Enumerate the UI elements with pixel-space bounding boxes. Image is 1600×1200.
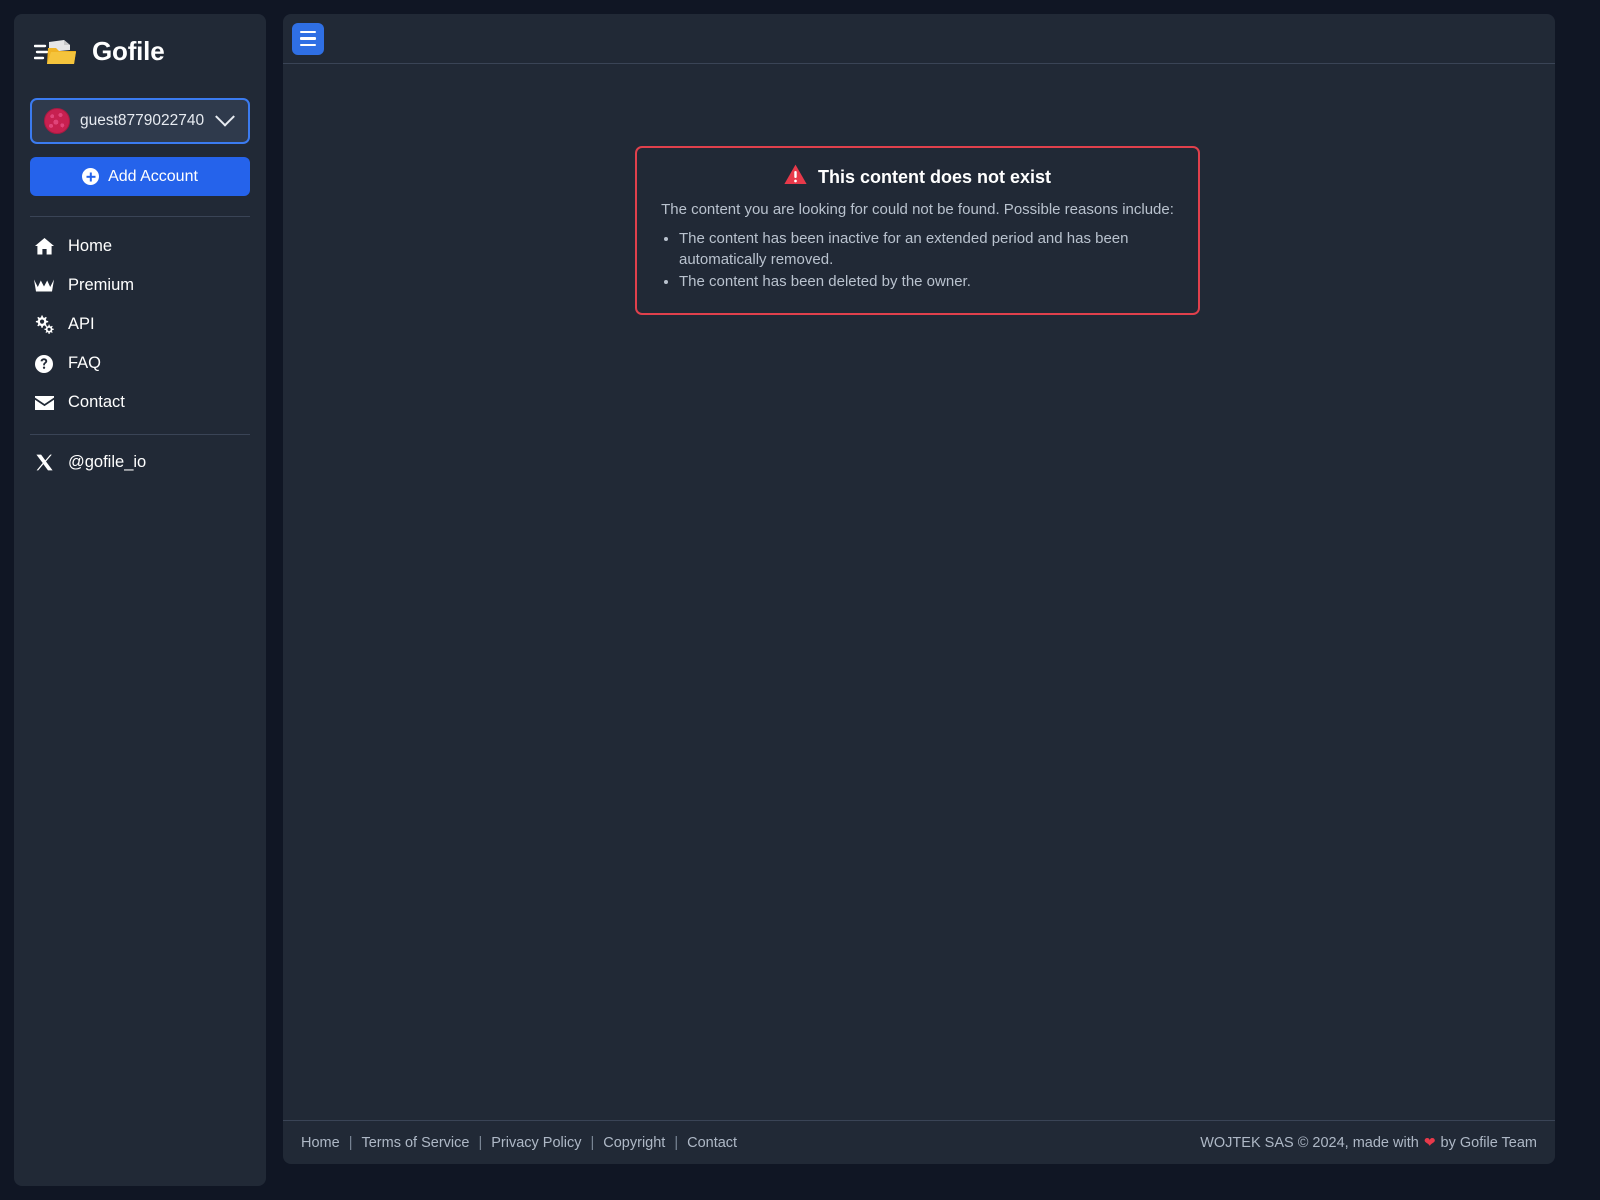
hamburger-menu-icon[interactable]	[292, 22, 324, 55]
user-avatar-identicon-icon	[44, 108, 70, 134]
sidebar-item-api[interactable]: API	[30, 305, 250, 344]
chevron-down-icon	[215, 106, 235, 127]
sidebar-nav: Home Premium API FAQ Contact @gofile_io	[30, 227, 250, 482]
footer-link-home[interactable]: Home	[301, 1135, 340, 1151]
add-account-button[interactable]: Add Account	[30, 157, 250, 196]
brand[interactable]: Gofile	[30, 14, 250, 88]
question-circle-icon	[34, 354, 54, 374]
brand-name: Gofile	[92, 35, 165, 66]
footer-link-terms[interactable]: Terms of Service	[361, 1135, 469, 1151]
footer: Home | Terms of Service | Privacy Policy…	[283, 1120, 1555, 1164]
error-reason-list: The content has been inactive for an ext…	[679, 229, 1180, 293]
main-panel: This content does not exist The content …	[283, 14, 1555, 1164]
footer-links: Home | Terms of Service | Privacy Policy…	[301, 1135, 737, 1151]
error-banner: This content does not exist The content …	[635, 146, 1200, 316]
sidebar-item-contact[interactable]: Contact	[30, 383, 250, 422]
account-name: guest8779022740	[80, 112, 205, 129]
add-account-label: Add Account	[108, 167, 198, 185]
footer-link-copyright[interactable]: Copyright	[603, 1135, 665, 1151]
sidebar-divider-top	[30, 216, 250, 217]
topbar	[283, 14, 1555, 64]
heart-icon: ❤	[1423, 1134, 1436, 1150]
error-title-row: This content does not exist	[655, 164, 1180, 190]
sidebar-item-label: @gofile_io	[68, 453, 147, 471]
sidebar: Gofile guest8779022740 Add Account Home	[14, 14, 266, 1186]
footer-separator: |	[674, 1134, 679, 1151]
sidebar-item-label: Premium	[68, 276, 135, 294]
footer-separator: |	[478, 1134, 483, 1151]
sidebar-item-faq[interactable]: FAQ	[30, 344, 250, 383]
app-root: Gofile guest8779022740 Add Account Home	[0, 0, 1600, 1200]
hamburger-bar	[300, 37, 316, 40]
list-item: The content has been inactive for an ext…	[679, 229, 1180, 270]
hamburger-bar	[300, 43, 316, 47]
footer-separator: |	[348, 1134, 353, 1151]
gofile-folder-logo-icon	[33, 33, 80, 69]
sidebar-item-label: Contact	[68, 393, 125, 411]
hamburger-bar	[300, 30, 316, 34]
warning-triangle-icon	[784, 164, 807, 190]
sidebar-item-label: FAQ	[68, 354, 102, 372]
home-icon	[34, 237, 54, 257]
error-title-text: This content does not exist	[817, 166, 1052, 187]
sidebar-divider-bottom	[30, 434, 250, 435]
footer-link-privacy[interactable]: Privacy Policy	[491, 1135, 581, 1151]
account-selector[interactable]: guest8779022740	[30, 98, 250, 144]
footer-copyright: WOJTEK SAS © 2024, made with ❤ by Gofile…	[1200, 1134, 1537, 1151]
copyright-text-before: WOJTEK SAS © 2024, made with	[1200, 1134, 1419, 1151]
crown-icon	[34, 276, 54, 296]
x-twitter-icon	[34, 453, 54, 473]
list-item: The content has been deleted by the owne…	[679, 272, 1180, 293]
footer-separator: |	[590, 1134, 595, 1151]
sidebar-item-twitter[interactable]: @gofile_io	[30, 443, 250, 482]
copyright-text-after: by Gofile Team	[1440, 1134, 1537, 1151]
sidebar-item-home[interactable]: Home	[30, 227, 250, 266]
footer-link-contact[interactable]: Contact	[687, 1135, 737, 1151]
sidebar-item-label: Home	[68, 237, 113, 255]
error-subtitle: The content you are looking for could no…	[661, 201, 1174, 218]
envelope-icon	[34, 393, 54, 413]
content-area: This content does not exist The content …	[283, 64, 1555, 1134]
gears-icon	[34, 315, 54, 335]
sidebar-item-premium[interactable]: Premium	[30, 266, 250, 305]
plus-circle-icon	[82, 168, 100, 185]
sidebar-item-label: API	[68, 315, 95, 333]
